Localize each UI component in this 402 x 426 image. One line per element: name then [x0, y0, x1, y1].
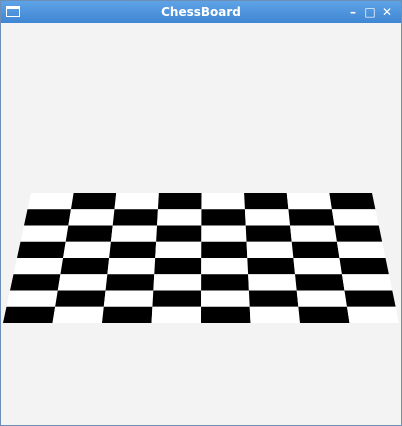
board-square-dark — [3, 306, 56, 323]
board-square-dark — [339, 258, 389, 275]
board-square-dark — [295, 274, 345, 291]
board-square-dark — [329, 193, 376, 210]
board-square-light — [201, 225, 247, 242]
board-square-dark — [10, 274, 61, 291]
board-square-dark — [245, 225, 292, 242]
board-square-light — [248, 274, 297, 291]
content-area — [1, 23, 401, 424]
board-square-dark — [201, 306, 251, 323]
board-square-dark — [244, 193, 289, 210]
board-square-light — [13, 258, 64, 275]
board-square-dark — [17, 241, 66, 258]
board-square-dark — [201, 209, 246, 226]
board-square-light — [114, 193, 159, 210]
board-square-dark — [152, 290, 202, 307]
board-square-dark — [298, 306, 350, 323]
board-square-light — [201, 193, 245, 210]
board-square-dark — [344, 290, 396, 307]
board-square-dark — [105, 274, 155, 291]
board-square-dark — [288, 209, 335, 226]
board-square-light — [286, 193, 332, 210]
board-square-dark — [156, 225, 202, 242]
board-square-dark — [334, 225, 383, 242]
board-square-dark — [157, 193, 202, 210]
board-square-dark — [65, 225, 113, 242]
board-square-light — [244, 209, 291, 226]
board-square-dark — [112, 209, 158, 226]
window-title: ChessBoard — [161, 5, 241, 19]
application-window: ChessBoard – □ ✕ — [0, 0, 402, 426]
chessboard — [3, 193, 399, 323]
board-square-light — [63, 241, 111, 258]
board-square-dark — [70, 193, 117, 210]
board-square-light — [103, 290, 154, 307]
board-square-light — [293, 258, 342, 275]
board-square-light — [155, 241, 202, 258]
board-square-dark — [201, 241, 248, 258]
board-square-dark — [55, 290, 106, 307]
board-square-dark — [60, 258, 110, 275]
board-square-dark — [248, 290, 299, 307]
board-square-light — [296, 290, 347, 307]
board-square-light — [246, 241, 294, 258]
board-square-light — [201, 258, 249, 275]
close-button[interactable]: ✕ — [379, 4, 395, 20]
board-square-light — [346, 306, 399, 323]
board-square-dark — [24, 209, 71, 226]
board-square-light — [151, 306, 202, 323]
board-square-light — [57, 274, 108, 291]
board-square-dark — [201, 274, 249, 291]
board-square-dark — [109, 241, 157, 258]
board-square-dark — [247, 258, 296, 275]
board-square-dark — [154, 258, 202, 275]
board-square-light — [341, 274, 393, 291]
board-square-light — [52, 306, 104, 323]
board-square-light — [27, 193, 74, 210]
board-square-light — [290, 225, 337, 242]
title-bar[interactable]: ChessBoard – □ ✕ — [1, 1, 401, 23]
board-square-light — [6, 290, 58, 307]
board-square-light — [107, 258, 156, 275]
board-square-light — [249, 306, 300, 323]
board-square-light — [68, 209, 115, 226]
board-square-light — [20, 225, 69, 242]
minimize-button[interactable]: – — [345, 4, 361, 20]
board-square-light — [331, 209, 379, 226]
board-square-light — [157, 209, 202, 226]
board-square-dark — [291, 241, 340, 258]
board-square-light — [153, 274, 202, 291]
board-square-dark — [102, 306, 153, 323]
board-square-light — [336, 241, 386, 258]
board-square-light — [110, 225, 158, 242]
board-square-light — [201, 290, 250, 307]
maximize-button[interactable]: □ — [362, 4, 378, 20]
